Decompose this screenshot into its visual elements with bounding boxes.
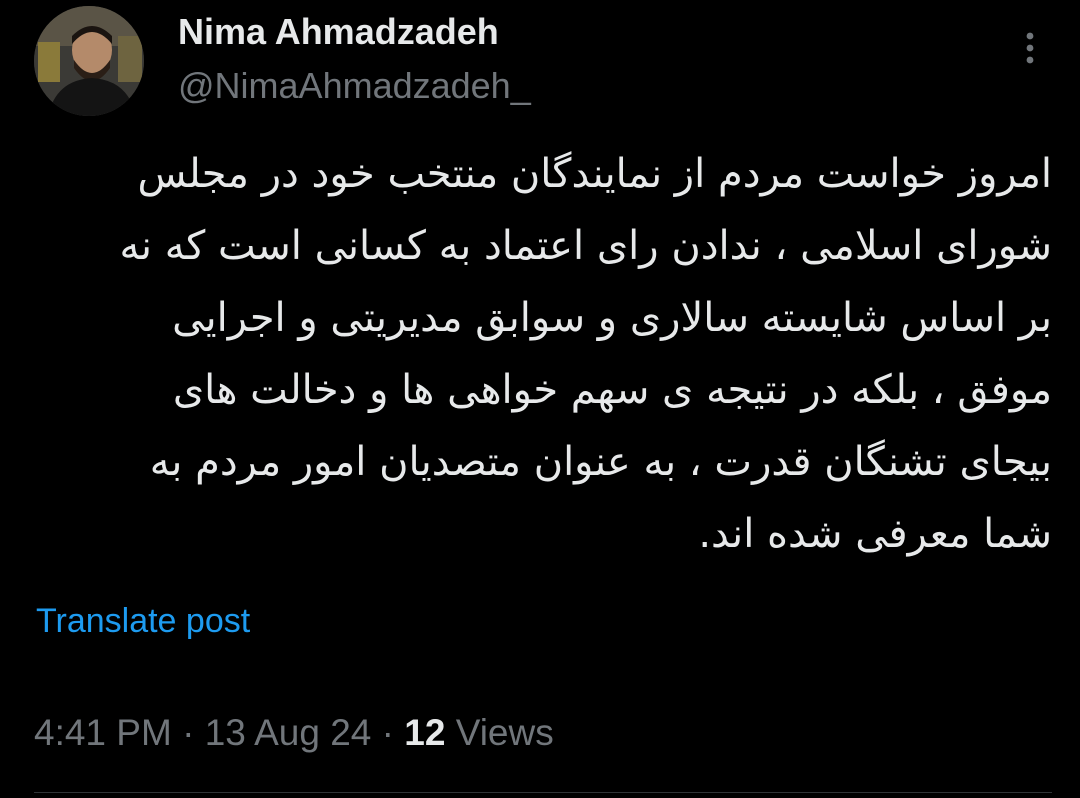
post-text: امروز خواست مردم از نمایندگان منتخب خود …	[40, 138, 1052, 570]
author-block: Nima Ahmadzadeh @NimaAhmadzadeh_	[178, 10, 531, 108]
views-count[interactable]: 12	[404, 712, 445, 753]
post-date[interactable]: 13 Aug 24	[205, 712, 372, 753]
author-handle[interactable]: @NimaAhmadzadeh_	[178, 64, 531, 108]
tweet: Nima Ahmadzadeh @NimaAhmadzadeh_ امروز خ…	[0, 0, 1080, 798]
translate-post-link[interactable]: Translate post	[36, 602, 250, 641]
post-text-line: شما معرفی شده اند.	[698, 511, 1052, 557]
more-options-button[interactable]	[1010, 26, 1050, 70]
post-text-line: بیجای تشنگان قدرت ، به عنوان متصدیان امو…	[149, 439, 1052, 485]
views-label[interactable]: Views	[456, 712, 554, 753]
post-text-line: بر اساس شایسته سالاری و سوابق مدیریتی و …	[172, 295, 1052, 341]
post-text-line: شورای اسلامی ، ندادن رای اعتماد به کسانی…	[119, 223, 1052, 269]
profile-photo	[34, 6, 144, 116]
post-text-line: موفق ، بلکه در نتیجه ی سهم خواهی ها و دخ…	[172, 367, 1052, 413]
meta-separator: ·	[182, 712, 195, 753]
post-time[interactable]: 4:41 PM	[34, 712, 172, 753]
avatar[interactable]	[34, 6, 144, 116]
divider	[34, 792, 1052, 793]
meta-separator: ·	[381, 712, 394, 753]
post-text-line: امروز خواست مردم از نمایندگان منتخب خود …	[137, 151, 1053, 197]
more-vertical-icon	[1026, 32, 1034, 64]
post-meta: 4:41 PM · 13 Aug 24 · 12 Views	[34, 712, 554, 754]
author-display-name[interactable]: Nima Ahmadzadeh	[178, 10, 531, 54]
